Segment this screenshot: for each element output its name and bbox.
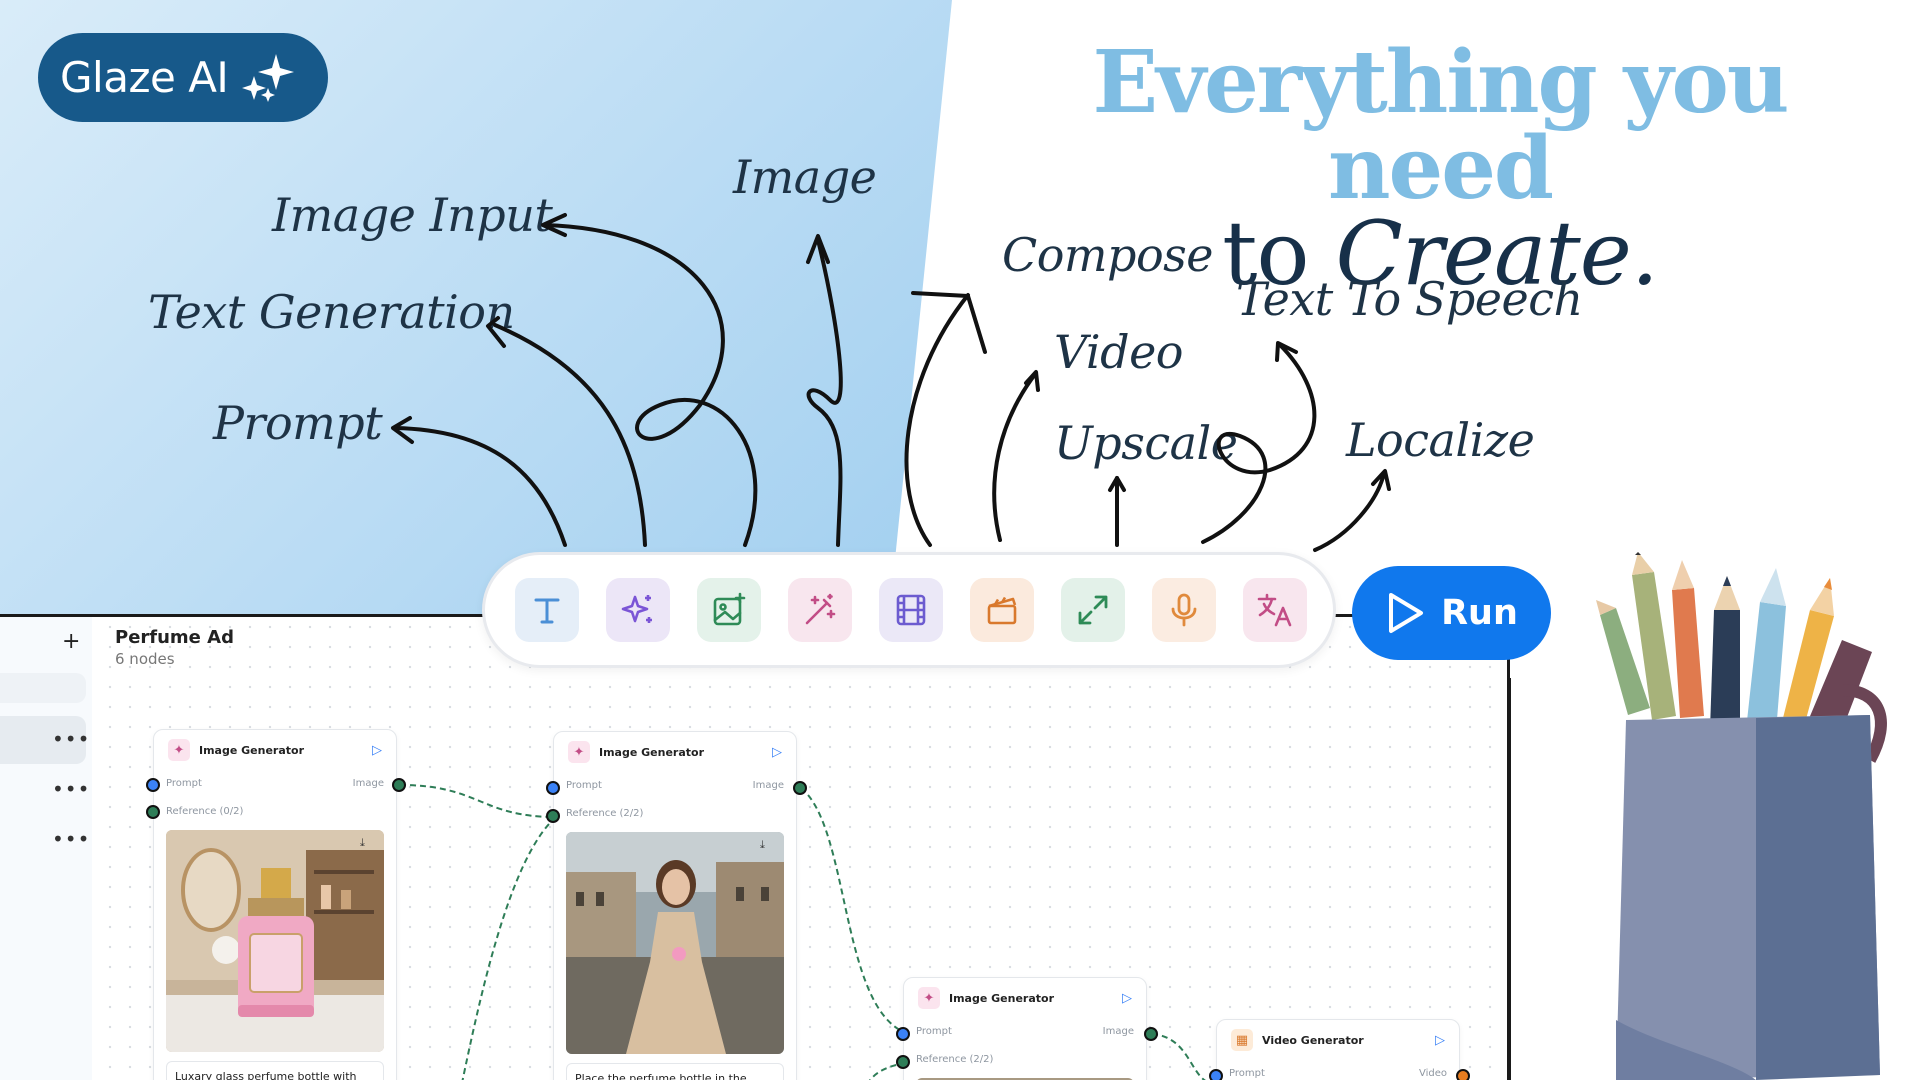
input-port-prompt[interactable] — [146, 778, 160, 792]
expand-icon — [1078, 595, 1108, 625]
run-button[interactable]: Run — [1352, 566, 1551, 660]
input-port-prompt[interactable] — [896, 1027, 910, 1041]
generated-image-perfume: ⤓ — [166, 830, 384, 1052]
run-label: Run — [1441, 593, 1518, 633]
node-title: Image Generator — [949, 991, 1055, 1005]
input-port-reference[interactable] — [546, 809, 560, 823]
label-text-generation: Text Generation — [148, 285, 515, 339]
port-label-prompt: Prompt — [1229, 1068, 1265, 1079]
play-icon[interactable]: ▷ — [1435, 1033, 1445, 1048]
node-image-generator-1[interactable]: ✦ Image Generator ▷ Prompt Image Referenc… — [153, 729, 397, 1080]
node-image-generator-2[interactable]: ✦ Image Generator ▷ Prompt Image Referenc… — [553, 731, 797, 1080]
compose-tool-button[interactable] — [970, 578, 1034, 642]
download-icon[interactable]: ⤓ — [760, 838, 776, 854]
play-icon[interactable]: ▷ — [372, 743, 382, 758]
label-image-input: Image Input — [272, 188, 553, 242]
port-label-image: Image — [352, 778, 384, 789]
image-add-icon — [713, 592, 746, 626]
input-port-reference[interactable] — [896, 1055, 910, 1069]
prompt-caption[interactable]: Place the perfume bottle in the hand of … — [566, 1063, 784, 1080]
workflow-canvas[interactable]: + ••• ••• ••• Perfume Ad 6 nodes ✦ Image… — [0, 614, 1510, 1080]
generated-image-woman: ⤓ — [566, 832, 784, 1054]
divider — [1508, 678, 1511, 1080]
text-to-speech-tool-button[interactable] — [1152, 578, 1216, 642]
output-port-image[interactable] — [793, 781, 807, 795]
magic-wand-icon: ✦ — [568, 741, 590, 763]
play-icon — [1389, 593, 1424, 633]
port-label-image: Image — [752, 780, 784, 791]
port-label-prompt: Prompt — [166, 778, 202, 789]
node-title: Image Generator — [199, 743, 305, 757]
sparkles-icon — [242, 53, 295, 102]
download-icon[interactable]: ⤓ — [360, 836, 376, 852]
node-toolbar — [482, 552, 1336, 668]
play-icon[interactable]: ▷ — [772, 745, 782, 760]
brand-logo: Glaze AI — [38, 33, 328, 122]
input-port-reference[interactable] — [146, 805, 160, 819]
label-prompt: Prompt — [213, 396, 383, 450]
arrow-video — [992, 371, 1038, 542]
text-icon — [534, 598, 560, 624]
play-icon[interactable]: ▷ — [1122, 991, 1132, 1006]
upscale-tool-button[interactable] — [1061, 578, 1125, 642]
output-port-image[interactable] — [1144, 1027, 1158, 1041]
clapperboard-icon: ▦ — [1231, 1029, 1253, 1051]
image-input-tool-button[interactable] — [697, 578, 761, 642]
label-image: Image — [733, 150, 877, 204]
video-tool-button[interactable] — [879, 578, 943, 642]
port-label-reference: Reference (0/2) — [166, 806, 244, 817]
label-compose: Compose — [1002, 228, 1213, 282]
magic-wand-icon: ✦ — [168, 739, 190, 761]
clapperboard-icon — [987, 596, 1017, 625]
label-localize: Localize — [1346, 413, 1535, 467]
text-generation-tool-button[interactable] — [606, 578, 670, 642]
node-image-generator-3[interactable]: ✦ Image Generator ▷ Prompt Image Referenc… — [903, 977, 1147, 1080]
port-label-video: Video — [1418, 1068, 1447, 1079]
input-port-prompt[interactable] — [546, 781, 560, 795]
node-title: Video Generator — [1262, 1033, 1364, 1047]
pencil-cup-illustration — [1596, 552, 1887, 1080]
prompt-caption[interactable]: Luxary glass perfume bottle with pink gl… — [166, 1061, 384, 1080]
label-upscale: Upscale — [1054, 416, 1238, 470]
label-video: Video — [1054, 325, 1184, 379]
brand-name: Glaze AI — [60, 53, 229, 102]
film-icon — [896, 594, 926, 626]
input-port-prompt[interactable] — [1209, 1069, 1223, 1080]
port-label-prompt: Prompt — [566, 780, 602, 791]
output-port-video[interactable] — [1456, 1069, 1470, 1080]
label-text-to-speech: Text To Speech — [1236, 272, 1583, 326]
node-title: Image Generator — [599, 745, 705, 759]
text-tool-button[interactable] — [515, 578, 579, 642]
headline-line-1: Everything you need — [1092, 32, 1790, 219]
image-generation-tool-button[interactable] — [788, 578, 852, 642]
microphone-icon — [1171, 593, 1197, 627]
promo-banner: Glaze AI Everything you need to Create. … — [0, 0, 1920, 1080]
translate-icon — [1257, 593, 1292, 627]
port-label-reference: Reference (2/2) — [566, 808, 644, 819]
arrow-localize — [1313, 471, 1386, 552]
localize-tool-button[interactable] — [1243, 578, 1307, 642]
sparkles-icon — [621, 595, 652, 623]
magic-wand-icon — [805, 593, 836, 625]
magic-wand-icon: ✦ — [918, 987, 940, 1009]
node-video-generator[interactable]: ▦ Video Generator ▷ Prompt Video — [1216, 1019, 1460, 1080]
port-label-prompt: Prompt — [916, 1026, 952, 1037]
port-label-reference: Reference (2/2) — [916, 1054, 994, 1065]
port-label-image: Image — [1102, 1026, 1134, 1037]
output-port-image[interactable] — [392, 778, 406, 792]
